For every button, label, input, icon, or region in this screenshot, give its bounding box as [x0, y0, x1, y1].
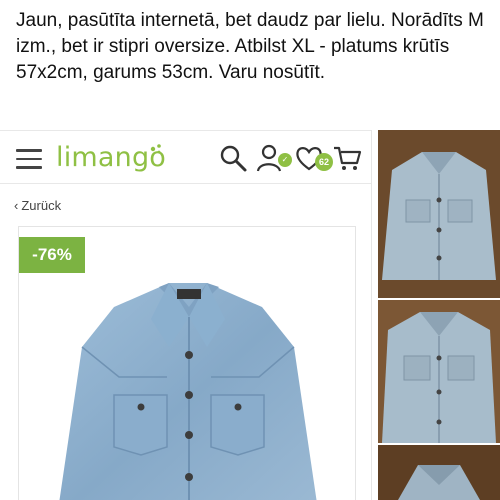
logo-dots-icon	[150, 144, 161, 154]
shop-screenshot: limango ✓ 62 ‹ Zurück -76%	[0, 130, 372, 500]
post-text: Jaun, pasūtīta internetā, bet daudz par …	[16, 10, 484, 83]
shop-header: limango ✓ 62	[0, 130, 371, 184]
jacket-photo-2-image	[378, 300, 500, 443]
back-link[interactable]: ‹ Zurück	[14, 198, 61, 213]
jacket-photo-3[interactable]	[378, 445, 500, 500]
menu-icon[interactable]	[16, 149, 42, 169]
jacket-photo-2[interactable]	[378, 300, 500, 443]
jacket-photo-1-image	[378, 130, 500, 298]
chevron-left-icon: ‹	[14, 198, 19, 213]
product-image-frame[interactable]: -76%	[18, 226, 356, 500]
jacket-photo-1[interactable]	[378, 130, 500, 298]
account-check-icon: ✓	[278, 153, 292, 167]
search-icon[interactable]	[218, 143, 248, 173]
cart-icon[interactable]	[332, 143, 362, 173]
back-label: Zurück	[21, 198, 62, 213]
wishlist-count-badge: 62	[315, 153, 333, 171]
discount-badge: -76%	[19, 237, 85, 273]
jacket-photo-3-image	[378, 445, 500, 500]
